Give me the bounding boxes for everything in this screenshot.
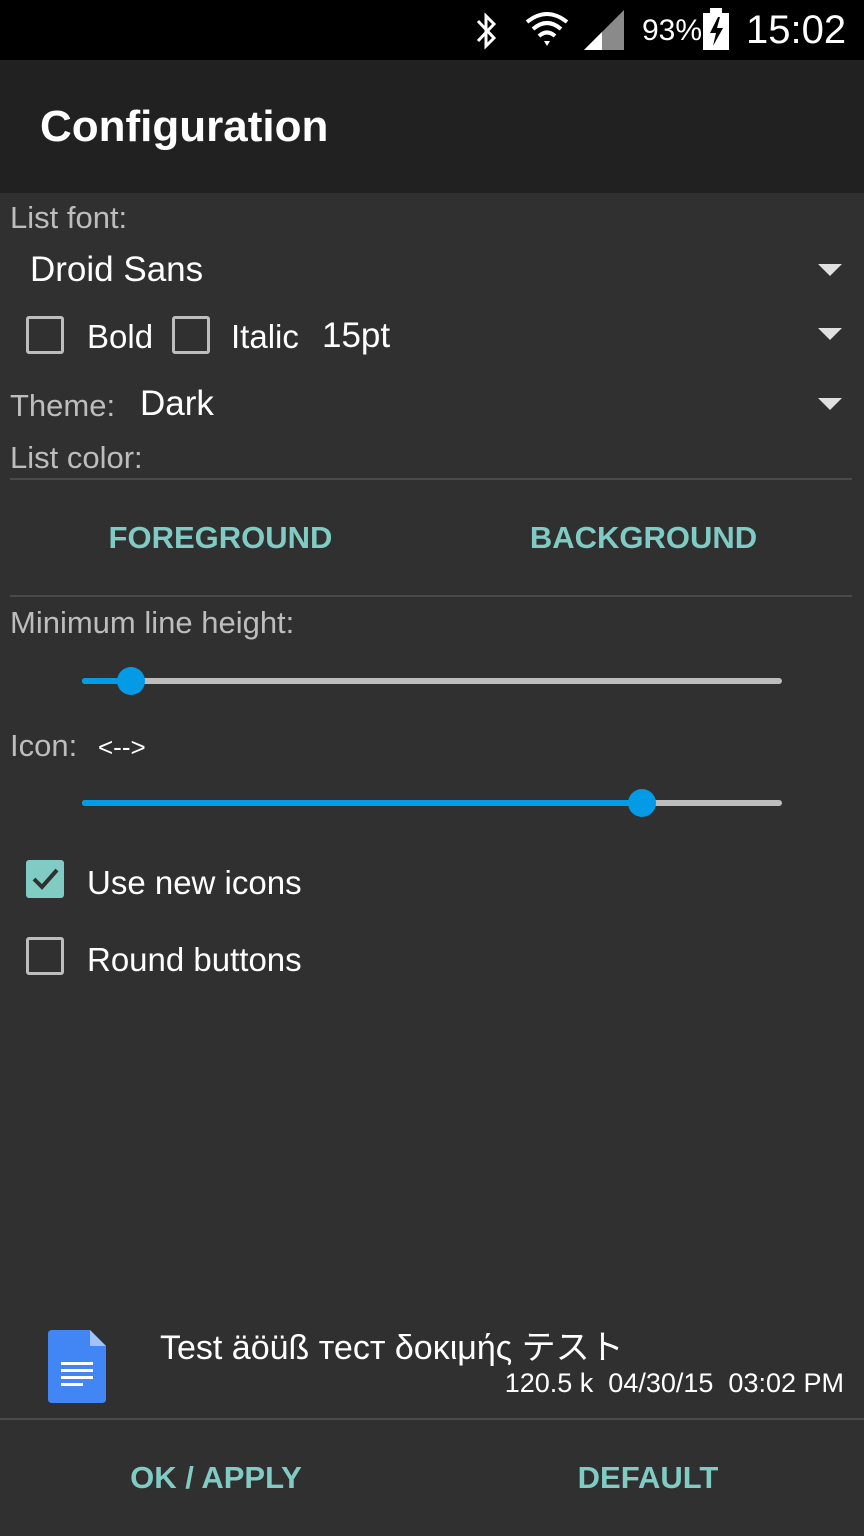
- italic-label: Italic: [231, 318, 299, 355]
- preview-date: 04/30/15: [608, 1368, 714, 1398]
- line-height-slider-thumb[interactable]: [117, 667, 145, 695]
- wifi-icon: [525, 12, 569, 46]
- preview-meta: 120.5 k 04/30/15 03:02 PM: [505, 1368, 844, 1399]
- use-new-icons-label: Use new icons: [87, 864, 302, 901]
- list-font-value: Droid Sans: [30, 250, 204, 289]
- bluetooth-icon: [476, 12, 497, 50]
- signal-icon: [584, 10, 624, 50]
- icon-label: Icon:: [10, 728, 78, 763]
- default-button[interactable]: DEFAULT: [432, 1460, 864, 1496]
- divider: [10, 478, 852, 480]
- battery-charging-icon: [703, 8, 729, 50]
- chevron-down-icon: [818, 264, 842, 276]
- page-title: Configuration: [40, 102, 329, 151]
- list-font-dropdown[interactable]: Droid Sans: [10, 240, 854, 300]
- preview-time: 03:02 PM: [728, 1368, 844, 1398]
- bold-label: Bold: [87, 318, 154, 355]
- divider: [0, 1418, 864, 1420]
- document-icon: [48, 1330, 106, 1403]
- line-height-slider[interactable]: [82, 667, 782, 695]
- list-font-label: List font:: [10, 200, 128, 235]
- clock: 15:02: [746, 8, 847, 52]
- preview-filename: Test äöüß тест δοκιμής テスト: [160, 1329, 624, 1367]
- icon-value: <-->: [98, 732, 146, 762]
- font-size-dropdown[interactable]: 15pt: [312, 306, 854, 366]
- divider: [10, 595, 852, 597]
- checkmark-icon: [32, 868, 59, 890]
- round-buttons-checkbox[interactable]: [26, 937, 64, 975]
- background-button[interactable]: BACKGROUND: [433, 520, 854, 556]
- preview-size: 120.5 k: [504, 1368, 594, 1398]
- ok-apply-button[interactable]: OK / APPLY: [0, 1460, 432, 1496]
- chevron-down-icon: [818, 328, 842, 340]
- chevron-down-icon: [818, 398, 842, 410]
- list-color-label: List color:: [10, 440, 143, 475]
- bold-checkbox[interactable]: [26, 316, 64, 354]
- font-size-value: 15pt: [322, 316, 391, 355]
- italic-checkbox[interactable]: [172, 316, 210, 354]
- theme-label: Theme:: [10, 388, 116, 423]
- round-buttons-label: Round buttons: [87, 941, 302, 978]
- line-height-label: Minimum line height:: [10, 605, 295, 640]
- icon-slider-fill: [82, 800, 642, 806]
- icon-slider-thumb[interactable]: [628, 789, 656, 817]
- icon-slider[interactable]: [82, 789, 782, 817]
- battery-percent: 93%: [642, 14, 703, 47]
- theme-value: Dark: [140, 384, 214, 423]
- preview-list-item: Test äöüß тест δοκιμής テスト 120.5 k 04/30…: [0, 1310, 864, 1418]
- foreground-button[interactable]: FOREGROUND: [10, 520, 431, 556]
- theme-dropdown[interactable]: Dark: [130, 376, 854, 436]
- use-new-icons-checkbox[interactable]: [26, 860, 64, 898]
- status-bar: 93% 15:02: [0, 0, 864, 60]
